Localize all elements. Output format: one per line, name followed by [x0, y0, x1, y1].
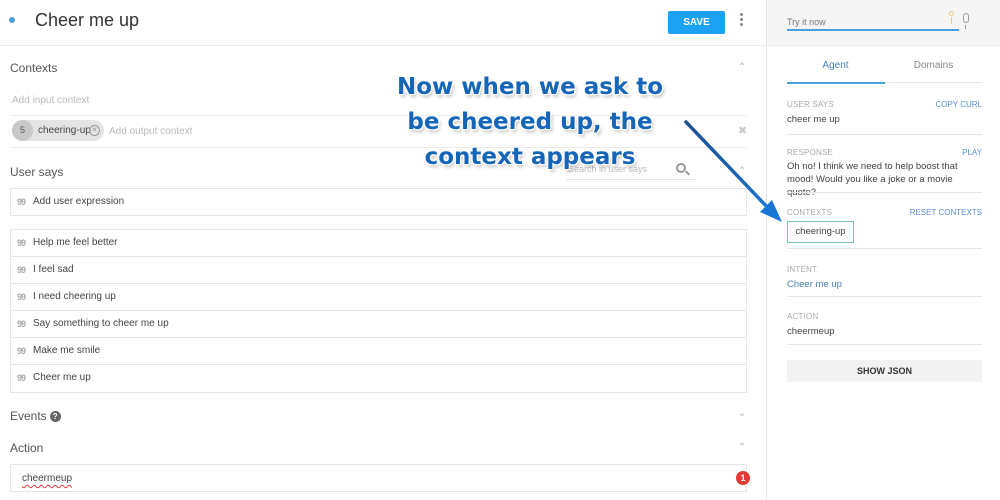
- user-says-value: cheer me up: [787, 114, 840, 125]
- intent-title[interactable]: Cheer me up: [35, 10, 139, 31]
- expression-text[interactable]: Cheer me up: [33, 372, 91, 383]
- remove-context-icon[interactable]: ✕: [89, 125, 100, 136]
- list-item[interactable]: 99 Cheer me up: [11, 365, 746, 392]
- chevron-down-icon[interactable]: ⌄: [738, 408, 746, 419]
- intent-status-dot: [9, 17, 15, 23]
- divider: [787, 248, 982, 249]
- intent-link[interactable]: Cheer me up: [787, 278, 987, 291]
- contexts-label: CONTEXTS: [787, 208, 833, 217]
- divider: [787, 192, 982, 193]
- annotation-line: Now when we ask to: [396, 74, 664, 100]
- annotation-line: be cheered up, the: [407, 109, 653, 135]
- active-tab-indicator: [787, 82, 885, 84]
- add-user-expression-input[interactable]: 99 Add user expression: [10, 188, 747, 216]
- quote-icon: 99: [17, 238, 26, 248]
- output-context-field[interactable]: Add output context: [109, 126, 192, 137]
- copy-curl-link[interactable]: COPY CURL: [935, 100, 982, 109]
- reset-contexts-link[interactable]: RESET CONTEXTS: [910, 208, 982, 217]
- error-badge[interactable]: 1: [736, 471, 750, 485]
- quote-icon: 99: [17, 265, 26, 275]
- active-context-chip[interactable]: cheering-up: [787, 221, 854, 243]
- chevron-up-icon[interactable]: ⌃: [738, 166, 746, 177]
- show-json-button[interactable]: SHOW JSON: [787, 360, 982, 382]
- tab-domains[interactable]: Domains: [885, 60, 982, 71]
- input-context-field[interactable]: Add input context: [12, 95, 89, 106]
- contexts-section-label[interactable]: Contexts: [10, 61, 57, 75]
- test-console: Agent Domains USER SAYS COPY CURL cheer …: [767, 0, 1000, 500]
- response-value: Oh no! I think we need to help boost tha…: [787, 161, 958, 198]
- quote-icon: 99: [17, 292, 26, 302]
- microphone-icon[interactable]: [963, 13, 969, 29]
- annotation-callout: Now when we ask to be cheered up, the co…: [370, 70, 690, 175]
- action-input[interactable]: cheermeup: [10, 464, 747, 492]
- quote-icon: 99: [17, 346, 26, 356]
- add-expression-placeholder: Add user expression: [33, 196, 125, 207]
- action-value: cheermeup: [22, 473, 73, 484]
- list-item[interactable]: 99 Help me feel better: [11, 230, 746, 257]
- action-label: ACTION: [787, 312, 819, 321]
- save-button[interactable]: SAVE: [668, 11, 725, 34]
- try-it-now-input[interactable]: [787, 14, 959, 31]
- user-expressions-list: 99 Help me feel better 99 I feel sad 99 I n…: [10, 229, 747, 393]
- context-lifespan[interactable]: 5: [12, 120, 33, 141]
- expression-text[interactable]: I feel sad: [33, 264, 74, 275]
- divider: [787, 134, 982, 135]
- intent-label: INTENT: [787, 265, 818, 274]
- divider: [787, 296, 982, 297]
- play-link[interactable]: PLAY: [962, 148, 982, 157]
- expression-text[interactable]: Make me smile: [33, 345, 100, 356]
- context-name: cheering-up: [38, 125, 91, 136]
- events-label: Events: [10, 409, 47, 423]
- expression-text[interactable]: Say something to cheer me up: [33, 318, 169, 329]
- quote-icon: 99: [17, 373, 26, 383]
- list-item[interactable]: 99 I feel sad: [11, 257, 746, 284]
- key-icon[interactable]: [949, 11, 954, 24]
- clear-icon[interactable]: ✖: [738, 124, 747, 137]
- quote-icon: 99: [17, 197, 26, 207]
- intent-header: Cheer me up SAVE: [0, 0, 767, 46]
- annotation-line: context appears: [424, 144, 636, 170]
- list-item[interactable]: 99 I need cheering up: [11, 284, 746, 311]
- more-options-icon[interactable]: [737, 13, 745, 31]
- response-label: RESPONSE: [787, 148, 834, 157]
- list-item[interactable]: 99 Make me smile: [11, 338, 746, 365]
- tab-agent[interactable]: Agent: [787, 60, 884, 71]
- output-context-chip[interactable]: 5 cheering-up ✕: [12, 120, 104, 141]
- quote-icon: 99: [17, 319, 26, 329]
- divider: [787, 344, 982, 345]
- action-section-label[interactable]: Action: [10, 441, 43, 455]
- events-section-label[interactable]: Events?: [10, 409, 61, 423]
- list-item[interactable]: 99 Say something to cheer me up: [11, 311, 746, 338]
- expression-text[interactable]: I need cheering up: [33, 291, 116, 302]
- action-value: cheermeup: [787, 326, 835, 337]
- help-icon[interactable]: ?: [49, 411, 61, 422]
- user-says-label: USER SAYS: [787, 100, 834, 109]
- chevron-up-icon[interactable]: ⌃: [738, 442, 746, 453]
- try-it-now-bar: [767, 0, 1000, 46]
- chevron-up-icon[interactable]: ⌃: [738, 62, 746, 73]
- user-says-section-label[interactable]: User says: [10, 165, 63, 179]
- expression-text[interactable]: Help me feel better: [33, 237, 118, 248]
